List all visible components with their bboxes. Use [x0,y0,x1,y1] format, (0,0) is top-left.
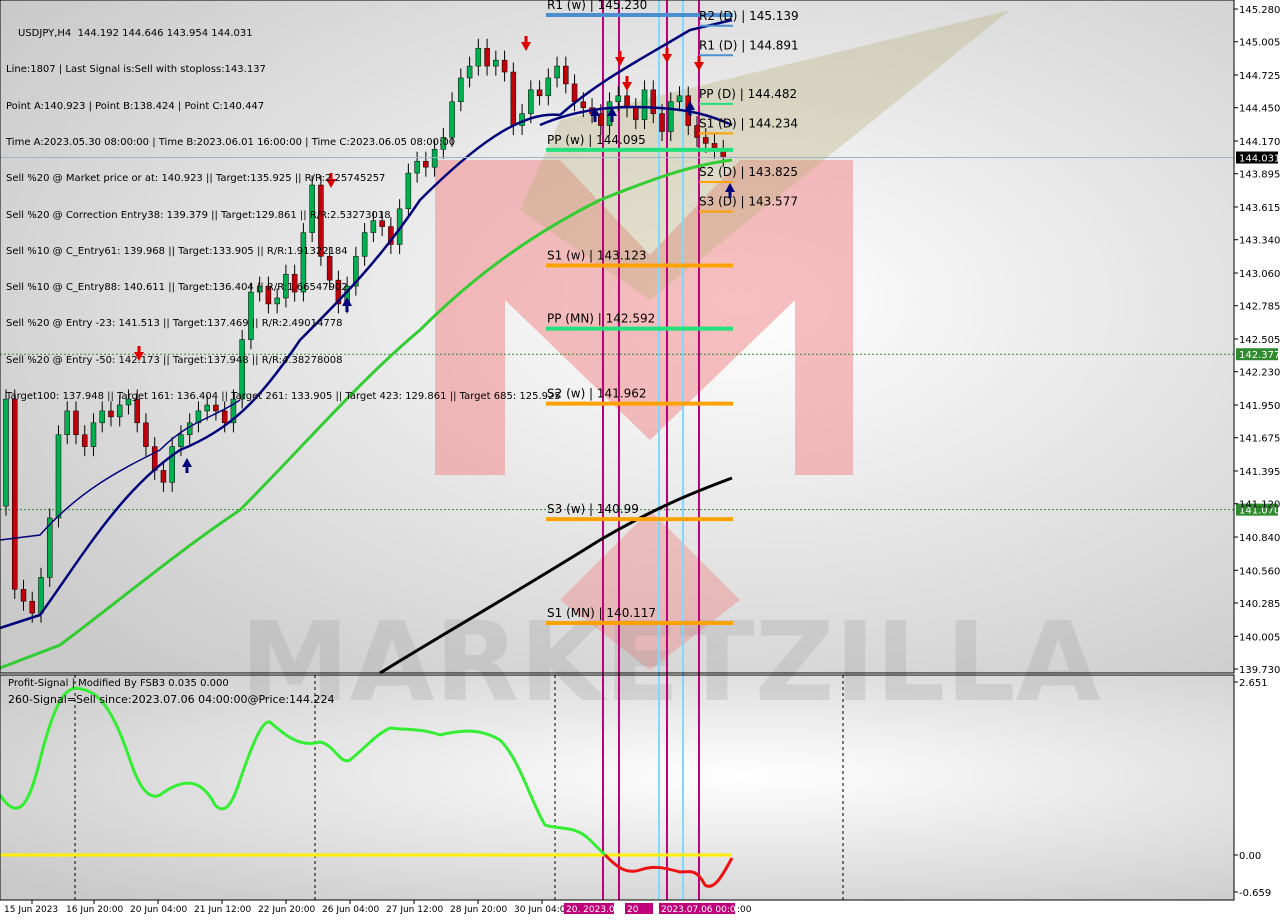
x-tick-label: 22 Jun 20:00 [258,905,315,915]
candle-body [650,89,657,114]
candle-body [29,600,35,614]
pivot-label: S1 (MN) | 140.117 [547,606,656,620]
pivot-label: PP (MN) | 142.592 [547,312,655,326]
y-tick-label: 143.615 [1239,203,1280,214]
signal-time-label: 2023.07.06 00:00 [661,905,742,915]
signal-time-label-tail: :00 [737,905,752,915]
info-line: Sell %20 @ Market price or at: 140.923 |… [6,173,386,185]
candle-body [55,434,62,519]
x-tick-label: 28 Jun 20:00 [450,905,507,915]
y-tick-label: 145.005 [1239,38,1280,49]
candle-body [169,446,175,483]
pivot-label: S2 (w) | 141.962 [547,387,647,401]
pivot-label: S1 (w) | 143.123 [547,249,647,263]
candle-body [563,65,569,85]
y-tick-label: 143.060 [1239,269,1280,280]
pivot-label: PP (D) | 144.482 [699,87,797,101]
info-line: Point A:140.923 | Point B:138.424 | Poin… [6,100,265,112]
signal-time-label: 20. 2023.07 [566,905,620,915]
symbol-ohlc-line: USDJPY,H4 144.192 144.646 143.954 144.03… [18,28,253,40]
info-line: Sell %20 @ Entry -23: 141.513 || Target:… [6,318,343,330]
pivot-label: S3 (D) | 143.577 [699,195,798,209]
x-tick-label: 30 Jun 04:00 [514,905,571,915]
y-tick-label: 143.895 [1239,170,1280,181]
info-line: Sell %20 @ Entry -50: 142.173 || Target:… [6,354,343,366]
pivot-label: R1 (D) | 144.891 [699,38,799,52]
current-price-label: 144.031 [1239,154,1280,165]
pivot-label: S1 (D) | 144.234 [699,116,798,130]
candle-body [615,95,622,103]
signal-time-label: 20 [627,905,639,915]
y-tick-label: 140.285 [1239,599,1280,610]
candle-body [580,101,587,108]
y-tick-label: 141.675 [1239,434,1280,445]
candle-body [160,470,167,483]
y-tick-label: 144.450 [1239,104,1280,115]
x-tick-label: 27 Jun 12:00 [386,905,443,915]
candle-body [178,434,184,447]
x-tick-label: 16 Jun 20:00 [66,905,123,915]
candle-body [633,107,639,120]
y-tick-label: 144.170 [1239,137,1280,148]
y-tick-label: 142.785 [1239,302,1280,313]
sub-y-tick-label: 2.651 [1239,678,1268,689]
indicator-signal: 260-Signal=Sell since:2023.07.06 04:00:0… [8,693,335,706]
candle-body [659,113,665,132]
y-tick-label: 139.730 [1239,665,1280,676]
candle-body [20,589,27,602]
candle-body [11,398,18,590]
pivot-label: S3 (w) | 140.99 [547,502,639,516]
candle-body [38,577,44,614]
candle-body [143,422,149,447]
candle-body [571,83,578,103]
signal-info-panel: USDJPY,H4 144.192 144.646 143.954 144.03… [6,4,561,415]
y-tick-label: 142.505 [1239,335,1280,346]
x-tick-label: 21 Jun 12:00 [194,905,251,915]
candle-body [90,422,97,447]
x-tick-label: 26 Jun 04:00 [322,905,379,915]
svg-text:MARKETZILLA: MARKETZILLA [240,598,1101,726]
info-line: Sell %20 @ Correction Entry38: 139.379 |… [6,209,391,221]
x-tick-label: 15 Jun 2023 [4,905,58,915]
pivot-label: S2 (D) | 143.825 [699,165,798,179]
y-tick-label: 140.560 [1239,566,1280,577]
candle-body [668,101,674,132]
info-line: Target100: 137.948 || Target 161: 136.40… [6,391,561,402]
pivot-label: R2 (D) | 145.139 [699,9,799,23]
info-line: Time A:2023.05.30 08:00:00 | Time B:2023… [6,137,456,149]
x-tick-label: 20 Jun 04:00 [130,905,187,915]
info-line: Line:1807 | Last Signal is:Sell with sto… [6,64,266,76]
candle-body [186,422,193,435]
candle-body [676,95,683,103]
candle-body [703,137,709,144]
y-tick-label: 143.340 [1239,236,1280,247]
pivot-label: PP (w) | 144.095 [547,133,646,147]
info-line: Sell %10 @ C_Entry61: 139.968 || Target:… [6,245,348,257]
y-tick-label: 141.120 [1239,500,1280,511]
y-tick-label: 144.725 [1239,71,1280,82]
candle-body [641,89,648,120]
y-tick-label: 141.395 [1239,467,1280,478]
pivot-label: R1 (w) | 145.230 [547,0,647,12]
indicator-title: Profit-Signal | Modified By FSB3 0.035 0… [8,678,229,689]
sub-y-tick-label: 0.00 [1239,851,1261,862]
info-line: Sell %10 @ C_Entry88: 140.611 || Target:… [6,282,348,294]
y-tick-label: 140.005 [1239,632,1280,643]
y-tick-label: 140.840 [1239,533,1280,544]
level-price-label: 142.377 [1239,350,1280,361]
y-tick-label: 142.230 [1239,368,1280,379]
y-tick-label: 141.950 [1239,401,1280,412]
y-tick-label: 145.280 [1239,5,1280,16]
sub-y-tick-label: -0.659 [1239,888,1271,899]
candle-body [81,434,88,447]
